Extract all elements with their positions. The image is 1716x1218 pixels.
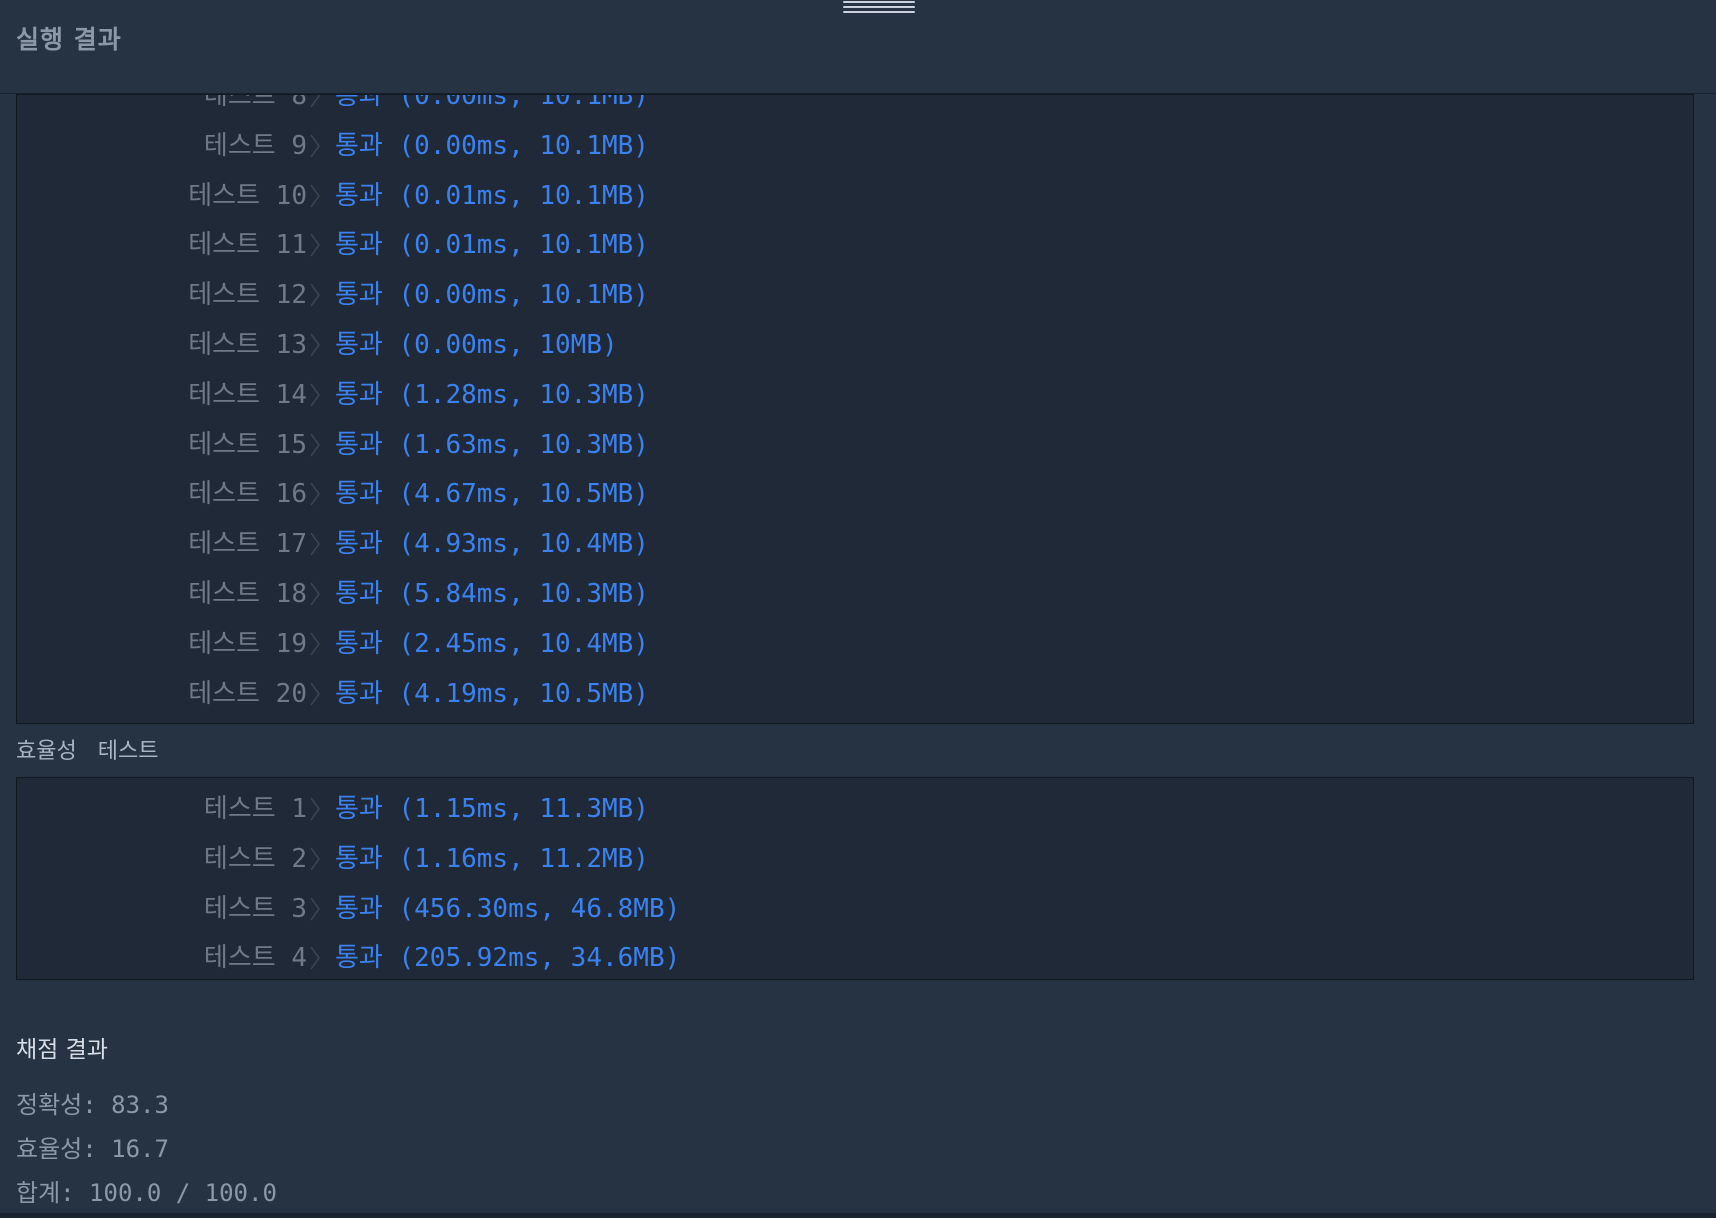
efficiency-section-label: 효율성 테스트 [16,739,159,764]
grip-line [843,1,915,3]
test-result-row: 테스트 1 통과 (1.15ms, 11.3MB) [17,784,917,834]
test-label: 테스트 10 [188,180,307,211]
chevron-right-icon [308,933,322,979]
test-result-text: 통과 (456.30ms, 46.8MB) [335,893,681,924]
test-result-row: 테스트 9 통과 (0.00ms, 10.1MB) [17,121,917,171]
test-label: 테스트 4 [203,943,307,974]
test-label: 테스트 18 [188,579,307,609]
chevron-right-icon [308,784,322,834]
grip-line [843,6,915,8]
test-result-text: 통과 (4.19ms, 10.5MB) [335,678,649,709]
test-label: 테스트 20 [188,678,307,709]
test-result-text: 통과 (1.63ms, 10.3MB) [335,429,649,460]
chevron-right-icon [308,669,322,719]
test-result-text: 통과 (2.45ms, 10.4MB) [335,628,649,659]
test-result-text: 통과 (205.92ms, 34.6MB) [335,943,681,974]
chevron-right-icon [308,320,322,370]
test-result-row: 테스트 8 통과 (0.00ms, 10.1MB) [17,94,917,121]
accuracy-score: 정확성: 83.3 [16,1091,169,1119]
test-label: 테스트 1 [203,794,307,824]
test-result-row: 테스트 11 통과 (0.01ms, 10.1MB) [17,220,917,270]
efficiency-results-list[interactable]: 테스트 1 통과 (1.15ms, 11.3MB) 테스트 2 통과 (1.16ms,… [16,777,1694,980]
test-result-text: 통과 (4.93ms, 10.4MB) [335,529,649,560]
total-score: 합계: 100.0 / 100.0 [16,1179,277,1207]
panel-title: 실행 결과 [16,25,122,54]
chevron-right-icon [308,834,322,884]
test-result-text: 통과 (4.67ms, 10.5MB) [335,479,649,510]
chevron-right-icon [308,220,322,270]
bottom-divider [0,1213,1716,1218]
test-result-row: 테스트 19 통과 (2.45ms, 10.4MB) [17,619,917,669]
chevron-right-icon [308,619,322,669]
test-result-row: 테스트 10 통과 (0.01ms, 10.1MB) [17,171,917,221]
test-result-row: 테스트 18 통과 (5.84ms, 10.3MB) [17,569,917,619]
test-label: 테스트 19 [188,628,307,659]
test-result-row: 테스트 2 통과 (1.16ms, 11.2MB) [17,834,917,884]
chevron-right-icon [308,95,322,121]
test-result-row: 테스트 20 통과 (4.19ms, 10.5MB) [17,669,917,719]
efficiency-score: 효율성: 16.7 [16,1135,169,1163]
chevron-right-icon [308,370,322,420]
chevron-right-icon [308,469,322,519]
test-label: 테스트 9 [203,130,307,161]
test-result-row: 테스트 14 통과 (1.28ms, 10.3MB) [17,370,917,420]
chevron-right-icon [308,121,322,171]
test-label: 테스트 15 [188,429,307,460]
test-result-text: 통과 (0.01ms, 10.1MB) [335,230,649,261]
test-result-text: 통과 (0.00ms, 10.1MB) [335,280,649,311]
test-label: 테스트 8 [203,94,307,111]
test-result-text: 통과 (5.84ms, 10.3MB) [335,579,649,609]
chevron-right-icon [308,519,322,569]
test-result-text: 통과 (1.28ms, 10.3MB) [335,379,649,410]
test-result-text: 통과 (1.16ms, 11.2MB) [335,843,649,874]
test-label: 테스트 17 [188,529,307,560]
test-result-row: 테스트 17 통과 (4.93ms, 10.4MB) [17,519,917,569]
test-label: 테스트 3 [203,893,307,924]
test-result-row: 테스트 13 통과 (0.00ms, 10MB) [17,320,917,370]
test-result-text: 통과 (0.00ms, 10.1MB) [335,94,649,111]
test-result-text: 통과 (0.01ms, 10.1MB) [335,180,649,211]
accuracy-results-list[interactable]: 테스트 8 통과 (0.00ms, 10.1MB) 테스트 9 통과 (0.00ms,… [16,94,1694,724]
test-label: 테스트 14 [188,379,307,410]
test-label: 테스트 13 [188,330,307,360]
test-result-text: 통과 (0.00ms, 10.1MB) [335,130,649,161]
test-label: 테스트 11 [188,230,307,261]
test-label: 테스트 12 [188,280,307,311]
test-label: 테스트 2 [203,843,307,874]
chevron-right-icon [308,270,322,320]
test-result-row: 테스트 16 통과 (4.67ms, 10.5MB) [17,469,917,519]
test-result-row: 테스트 3 통과 (456.30ms, 46.8MB) [17,884,917,934]
test-result-text: 통과 (0.00ms, 10MB) [335,330,618,360]
chevron-right-icon [308,569,322,619]
chevron-right-icon [308,884,322,934]
resize-handle[interactable] [843,0,915,13]
chevron-right-icon [308,420,322,470]
result-header: 실행 결과 [0,0,1716,94]
test-label: 테스트 16 [188,479,307,510]
test-result-row: 테스트 12 통과 (0.00ms, 10.1MB) [17,270,917,320]
chevron-right-icon [308,171,322,221]
test-result-text: 통과 (1.15ms, 11.3MB) [335,794,649,824]
test-result-row: 테스트 15 통과 (1.63ms, 10.3MB) [17,420,917,470]
test-result-row: 테스트 4 통과 (205.92ms, 34.6MB) [17,933,917,979]
score-title: 채점 결과 [16,1037,108,1063]
grip-line [843,11,915,13]
